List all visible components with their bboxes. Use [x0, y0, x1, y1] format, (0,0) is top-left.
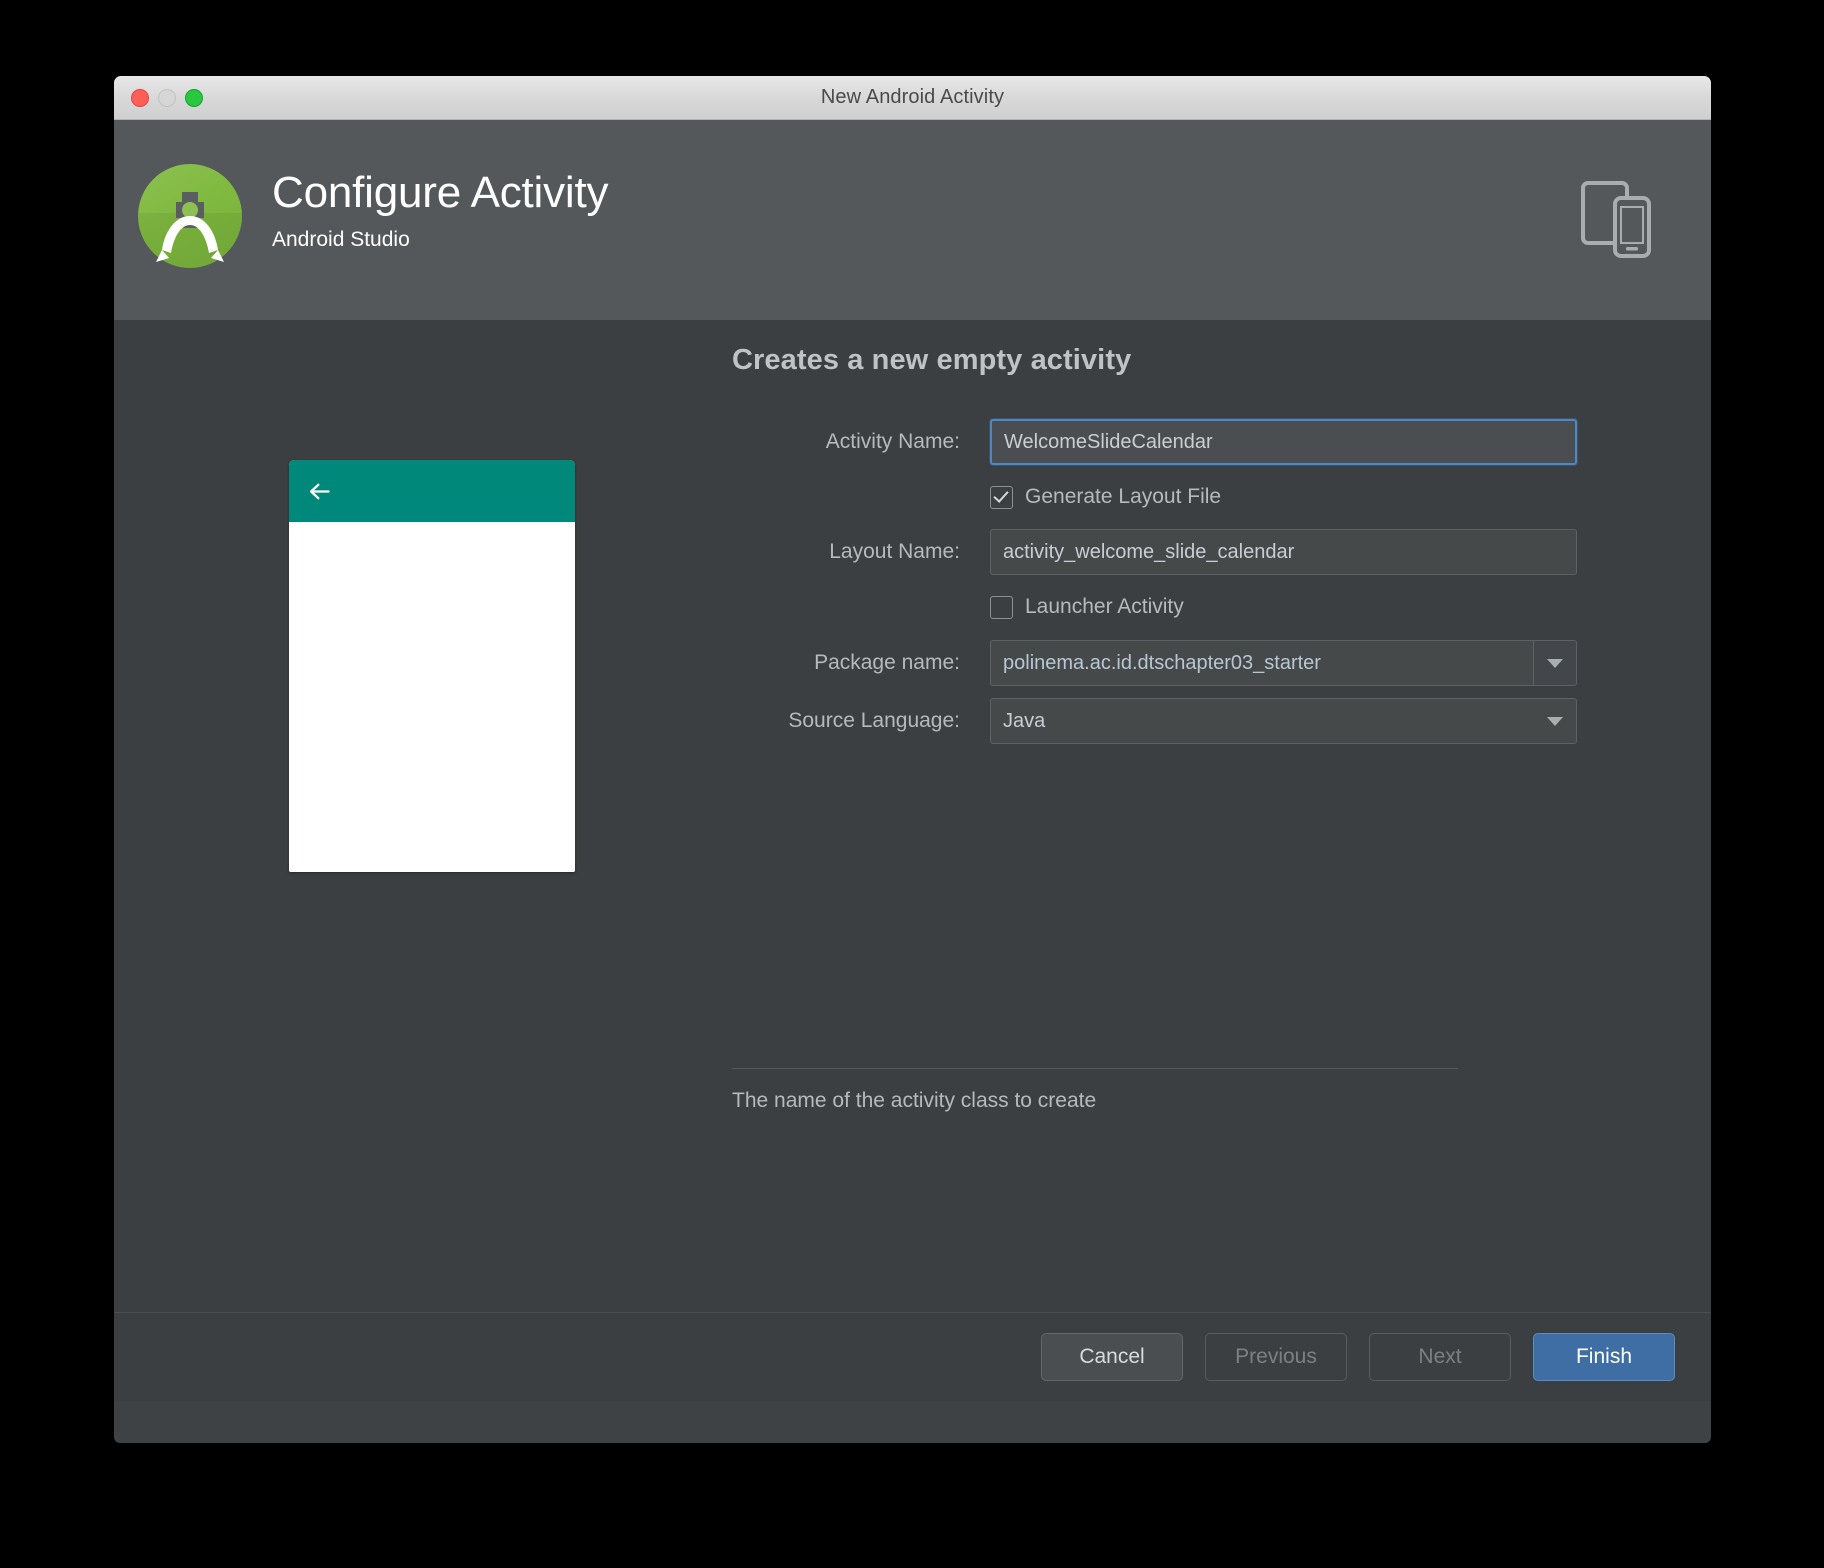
package-name-combobox[interactable] [990, 640, 1577, 686]
source-language-label: Source Language: [788, 709, 960, 732]
preview-content-area [289, 522, 575, 872]
chevron-down-icon [1547, 717, 1563, 726]
helper-text: The name of the activity class to create [732, 1089, 1097, 1112]
helper-area: The name of the activity class to create [732, 1068, 1458, 1113]
window-titlebar[interactable]: New Android Activity [114, 76, 1711, 120]
cancel-button[interactable]: Cancel [1041, 1333, 1183, 1381]
source-language-row: Source Language: [732, 692, 1577, 750]
section-title: Creates a new empty activity [732, 344, 1132, 376]
package-name-dropdown-button[interactable] [1534, 640, 1577, 686]
generate-layout-file-checkbox-row[interactable]: Generate Layout File [990, 470, 1577, 524]
android-studio-logo-icon [138, 164, 242, 268]
previous-button: Previous [1205, 1333, 1347, 1381]
activity-name-row: Activity Name: [732, 414, 1577, 470]
activity-preview-thumbnail [289, 460, 575, 872]
wizard-header: Configure Activity Android Studio [114, 120, 1711, 320]
arrow-left-icon [309, 483, 330, 500]
screen-root: New Android Activity Configure Activity … [0, 0, 1824, 1568]
header-text-block: Configure Activity Android Studio [272, 168, 609, 252]
launcher-activity-checkbox-row[interactable]: Launcher Activity [990, 580, 1577, 634]
package-name-input[interactable] [990, 640, 1534, 686]
activity-name-input[interactable] [990, 419, 1577, 465]
layout-name-label: Layout Name: [829, 540, 960, 563]
generate-layout-file-checkbox[interactable] [990, 485, 1013, 509]
source-language-combobox[interactable] [990, 698, 1577, 744]
page-subtitle: Android Studio [272, 228, 410, 252]
helper-divider [732, 1068, 1458, 1069]
generate-layout-file-label: Generate Layout File [1025, 485, 1222, 508]
chevron-down-icon [1547, 658, 1563, 668]
source-language-value[interactable] [990, 698, 1577, 744]
preview-app-bar [289, 460, 575, 522]
package-name-label: Package name: [814, 651, 960, 674]
launcher-activity-checkbox[interactable] [990, 595, 1013, 619]
configure-activity-form: Activity Name: Generate Layout File Layo… [732, 414, 1577, 750]
layout-name-input[interactable] [990, 529, 1577, 575]
tablet-and-phone-icon [1567, 168, 1667, 268]
wizard-footer: Cancel Previous Next Finish [114, 1312, 1711, 1401]
package-name-row: Package name: [732, 634, 1577, 692]
layout-name-row: Layout Name: [732, 524, 1577, 580]
window-title: New Android Activity [820, 86, 1005, 108]
new-android-activity-window: New Android Activity Configure Activity … [114, 76, 1711, 1443]
wizard-body: Creates a new empty activity Activity Na… [114, 320, 1711, 1312]
page-title: Configure Activity [272, 168, 609, 217]
launcher-activity-label: Launcher Activity [1025, 595, 1184, 618]
activity-name-label: Activity Name: [825, 430, 960, 453]
finish-button[interactable]: Finish [1533, 1333, 1675, 1381]
next-button: Next [1369, 1333, 1511, 1381]
